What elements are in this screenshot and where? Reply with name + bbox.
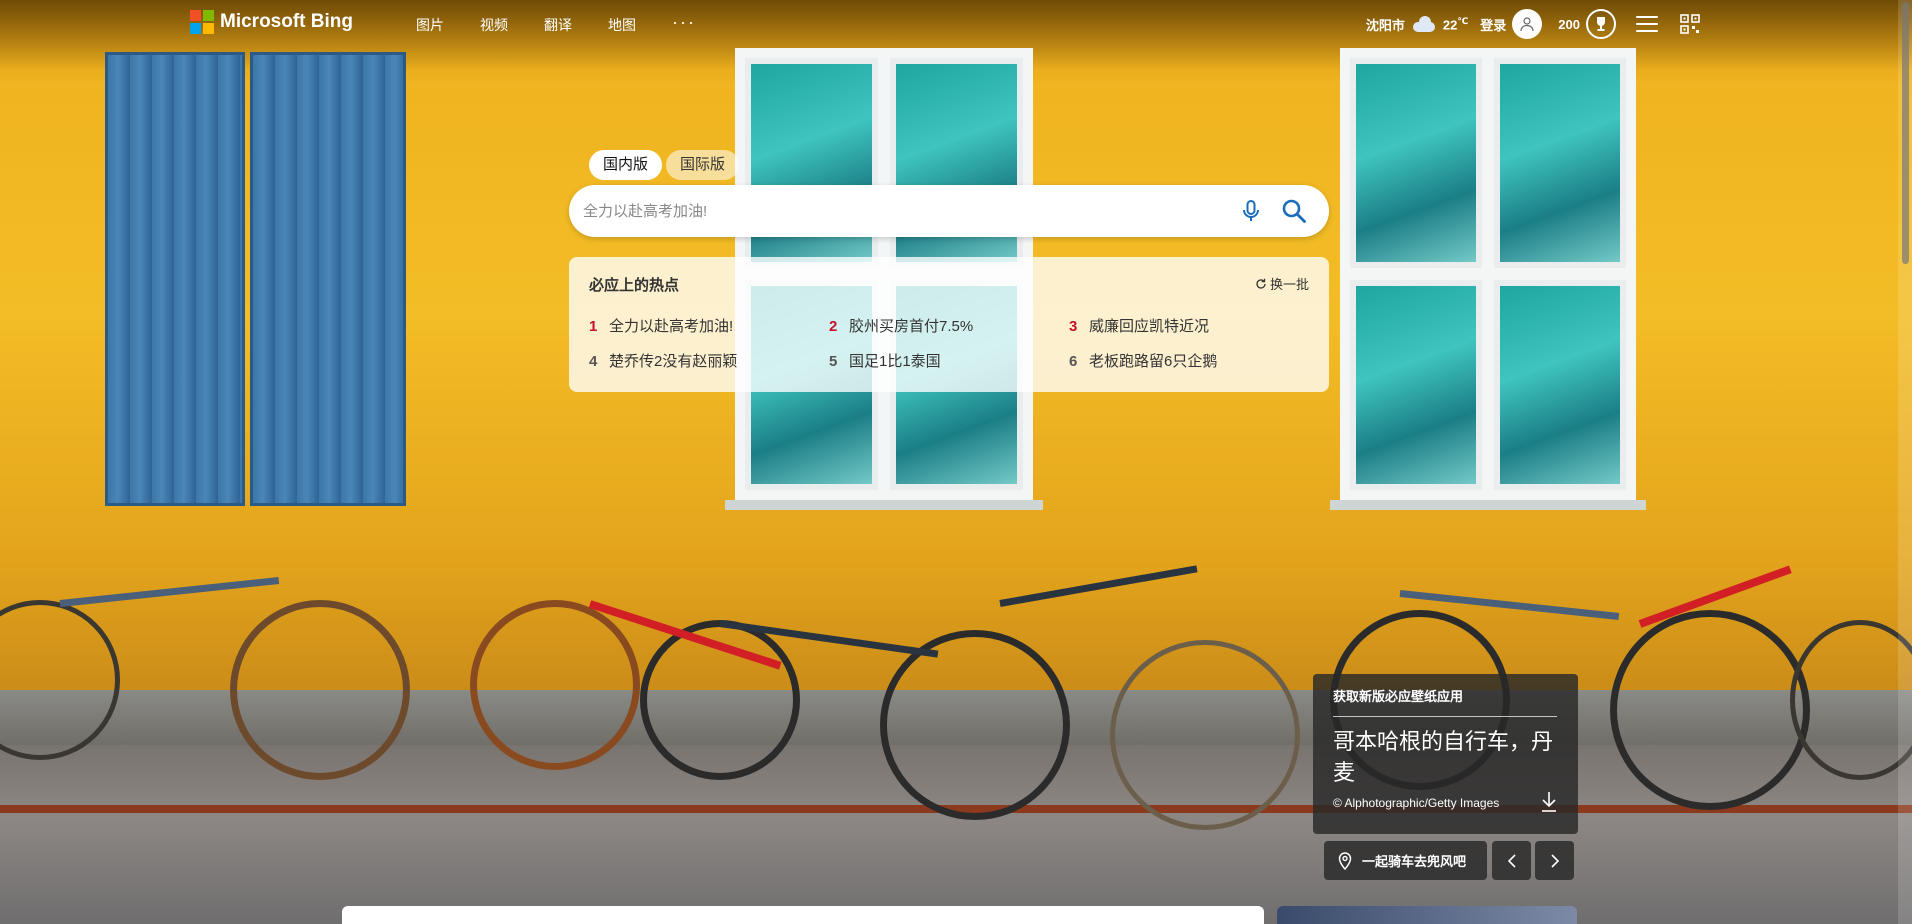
location-hint-label: 一起骑车去兜风吧: [1362, 854, 1467, 869]
microsoft-logo-icon: [190, 10, 214, 34]
divider: [1333, 716, 1557, 717]
nav-more-button[interactable]: ···: [672, 13, 696, 35]
bike-wheel: [1610, 610, 1810, 810]
trend-text: 国足1比1泰国: [849, 353, 941, 370]
blue-shutter-left: [105, 52, 245, 506]
trend-text: 全力以赴高考加油!: [609, 318, 734, 335]
nav-images[interactable]: 图片: [416, 15, 444, 35]
bike-wheel: [880, 630, 1070, 820]
trending-item[interactable]: 3 威廉回应凯特近况: [1069, 315, 1309, 336]
trend-rank: 6: [1069, 353, 1078, 370]
trend-rank: 3: [1069, 318, 1078, 335]
tab-domestic[interactable]: 国内版: [589, 150, 663, 180]
trend-text: 楚乔传2没有赵丽颖: [609, 353, 738, 370]
trending-title: 必应上的热点: [589, 277, 680, 294]
weather-widget[interactable]: 沈阳市 22℃: [1366, 15, 1468, 34]
refresh-icon: [1256, 278, 1266, 289]
wallpaper-background: [0, 0, 1912, 924]
login-link[interactable]: 登录: [1480, 15, 1506, 34]
trend-rank: 1: [589, 318, 598, 335]
qr-code-icon[interactable]: [1680, 14, 1700, 34]
chevron-left-icon: [1507, 853, 1516, 868]
header-tools: 沈阳市 22℃ 登录 200: [1366, 8, 1700, 40]
wallpaper-title[interactable]: 哥本哈根的自行车，丹麦: [1333, 726, 1563, 788]
chevron-right-icon: [1550, 853, 1559, 868]
window-right: [1340, 48, 1636, 500]
nav-maps[interactable]: 地图: [608, 15, 636, 35]
location-pin-icon: [1338, 851, 1352, 870]
weather-temperature: 22℃: [1443, 16, 1468, 32]
window-pane: [1494, 58, 1626, 268]
trend-text: 威廉回应凯特近况: [1089, 318, 1210, 335]
trending-item[interactable]: 5 国足1比1泰国: [829, 350, 1069, 371]
market-tabs: 国内版 国际版: [589, 150, 740, 180]
microphone-icon[interactable]: [1239, 199, 1263, 223]
rewards-points[interactable]: 200: [1558, 17, 1580, 32]
trending-item[interactable]: 2 胶州买房首付7.5%: [829, 315, 1069, 336]
cloudy-icon: [1411, 16, 1437, 32]
trend-rank: 4: [589, 353, 598, 370]
trending-item[interactable]: 1 全力以赴高考加油!: [589, 315, 829, 336]
tab-international[interactable]: 国际版: [666, 150, 740, 180]
trending-list: 1 全力以赴高考加油! 2 胶州买房首付7.5% 3 威廉回应凯特近况 4 楚乔传2没有…: [589, 315, 1309, 371]
bing-logo[interactable]: Microsoft Bing: [190, 10, 353, 34]
user-avatar-icon[interactable]: [1512, 9, 1543, 39]
rewards-trophy-icon[interactable]: [1586, 9, 1616, 39]
trending-panel: 必应上的热点 换一批 1 全力以赴高考加油! 2 胶州买房首付7.5% 3 威廉回应凯…: [569, 257, 1329, 392]
next-wallpaper-button[interactable]: [1535, 841, 1574, 880]
window-pane: [1350, 280, 1482, 490]
download-icon[interactable]: [1540, 790, 1558, 814]
refresh-label: 换一批: [1269, 277, 1309, 292]
top-bar: Microsoft Bing 图片 视频 翻译 地图 ··· 沈阳市 22℃ 登…: [0, 0, 1912, 48]
window-sill: [725, 500, 1043, 510]
bike-wheel: [470, 600, 640, 770]
search-box: [569, 185, 1329, 237]
search-input[interactable]: [583, 185, 1203, 237]
window-pane: [1494, 280, 1626, 490]
wallpaper-app-promo[interactable]: 获取新版必应壁纸应用: [1333, 686, 1463, 705]
trend-text: 老板跑路留6只企鹅: [1089, 353, 1218, 370]
temperature-unit: ℃: [1457, 15, 1469, 26]
window-sill: [1330, 500, 1646, 510]
trending-item[interactable]: 4 楚乔传2没有赵丽颖: [589, 350, 829, 371]
hamburger-menu-icon[interactable]: [1636, 16, 1658, 32]
page-scrollbar[interactable]: [1898, 0, 1912, 924]
feed-card-right[interactable]: [1277, 906, 1577, 924]
bike-wheel: [230, 600, 410, 780]
search-icon[interactable]: [1281, 198, 1307, 224]
brand-name: Microsoft Bing: [220, 11, 353, 32]
trend-text: 胶州买房首付7.5%: [849, 318, 974, 335]
trend-rank: 5: [829, 353, 838, 370]
trending-item[interactable]: 6 老板跑路留6只企鹅: [1069, 350, 1309, 371]
nav-videos[interactable]: 视频: [480, 15, 508, 35]
scrollbar-thumb[interactable]: [1902, 2, 1909, 264]
previous-wallpaper-button[interactable]: [1492, 841, 1531, 880]
nav-translate[interactable]: 翻译: [544, 15, 572, 35]
refresh-button[interactable]: 换一批: [1255, 274, 1309, 293]
temperature-value: 22: [1442, 17, 1458, 33]
location-hint-button[interactable]: 一起骑车去兜风吧: [1324, 841, 1487, 880]
wallpaper-info-card: 获取新版必应壁纸应用 哥本哈根的自行车，丹麦 © Alphotographic/…: [1313, 674, 1578, 834]
bike-wheel: [1110, 640, 1300, 830]
weather-city: 沈阳市: [1365, 17, 1405, 33]
window-pane: [1350, 58, 1482, 268]
trend-rank: 2: [829, 318, 838, 335]
wallpaper-credit: © Alphotographic/Getty Images: [1333, 796, 1500, 810]
feed-card-left[interactable]: [342, 906, 1264, 924]
blue-shutter-right: [250, 52, 406, 506]
main-nav: 图片 视频 翻译 地图 ···: [416, 13, 696, 35]
